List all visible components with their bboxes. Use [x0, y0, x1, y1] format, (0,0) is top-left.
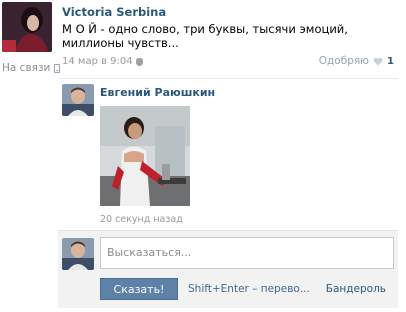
post-author-avatar[interactable] [2, 2, 52, 52]
post-meta: 14 мар в 9:04 [62, 56, 143, 67]
like-button[interactable]: Одобряю 1 [319, 55, 394, 67]
replies-section: Евгений Раюшкин 20 секунд назад Высказат… [58, 74, 398, 312]
status-text: На связи [2, 62, 51, 74]
like-label: Одобряю [318, 55, 370, 67]
send-mode-hint[interactable]: Shift+Enter – перево... [188, 283, 310, 295]
post-text: М О Й - одно слово, три буквы, тысячи эм… [62, 22, 348, 50]
apple-icon [135, 57, 143, 66]
mobile-phone-icon [54, 63, 61, 73]
reply-photo[interactable] [100, 106, 190, 206]
attach-link[interactable]: Бандероль [326, 283, 386, 295]
like-count: 1 [387, 55, 394, 67]
post-author-name[interactable]: Victoria Serbina [62, 5, 166, 19]
heart-icon [373, 57, 383, 65]
reply-divider [58, 78, 398, 79]
reply-timestamp[interactable]: 20 секунд назад [100, 214, 183, 225]
comment-input[interactable]: Высказаться... [100, 237, 394, 269]
send-comment-button[interactable]: Сказать! [100, 278, 178, 300]
reply-author-avatar[interactable] [62, 84, 94, 116]
comment-box: Высказаться... Сказать! Shift+Enter – пе… [58, 230, 398, 308]
online-status: На связи [2, 62, 61, 74]
send-mode-hint-text: Shift+Enter – перево... [188, 283, 310, 295]
commenter-avatar[interactable] [62, 238, 94, 270]
post-date[interactable]: 14 мар в 9:04 [62, 56, 133, 67]
reply-author-name[interactable]: Евгений Раюшкин [100, 86, 215, 99]
